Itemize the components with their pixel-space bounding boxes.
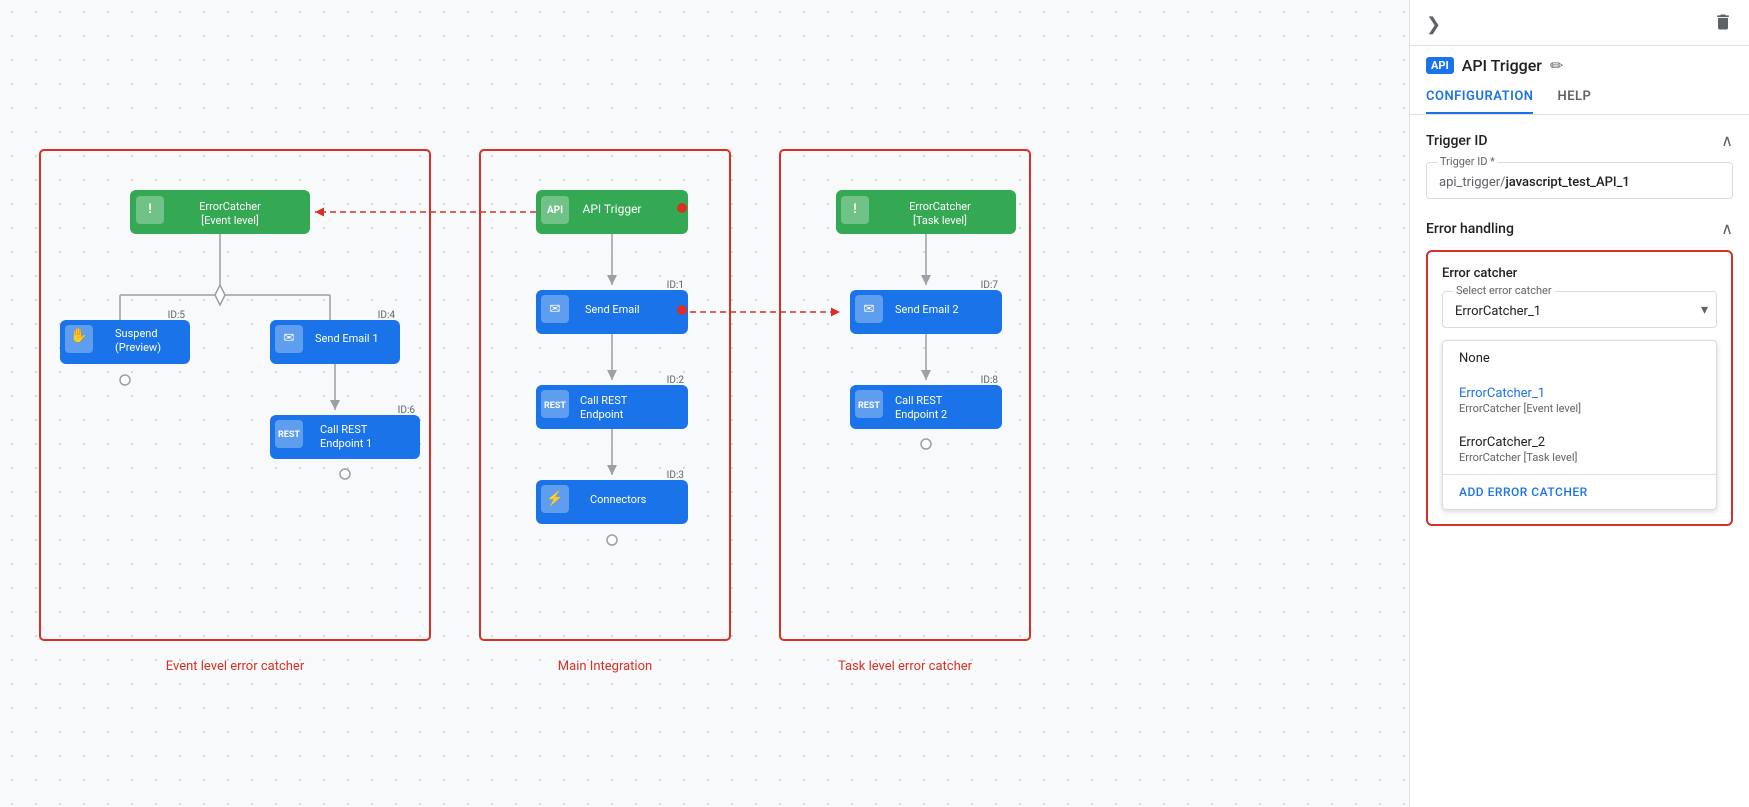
panel-delete-button[interactable] <box>1713 12 1733 37</box>
panel-header: ❯ <box>1410 0 1749 46</box>
errorcatcher1-sub: ErrorCatcher [Event level] <box>1459 402 1700 415</box>
svg-text:ID:3: ID:3 <box>667 470 684 481</box>
tab-help[interactable]: HELP <box>1557 79 1591 114</box>
trigger-id-value: javascript_test_API_1 <box>1505 175 1629 190</box>
svg-text:API: API <box>547 205 563 216</box>
error-catcher-title: Error catcher <box>1442 266 1717 281</box>
errorcatcher2-label: ErrorCatcher_2 <box>1459 435 1545 450</box>
svg-text:Call REST: Call REST <box>895 394 943 407</box>
tab-configuration[interactable]: CONFIGURATION <box>1426 79 1533 114</box>
trigger-id-prefix: api_trigger/ <box>1439 175 1505 190</box>
error-handling-section-header: Error handling ∧ <box>1426 219 1733 238</box>
select-error-catcher-label: Select error catcher <box>1453 284 1555 297</box>
svg-text:Send Email 1: Send Email 1 <box>315 332 379 345</box>
panel-title-text: API Trigger <box>1462 56 1542 75</box>
svg-text:ErrorCatcher: ErrorCatcher <box>199 200 261 213</box>
dropdown-item-none[interactable]: None <box>1443 341 1716 376</box>
api-badge: API <box>1426 57 1454 74</box>
svg-text:Call REST: Call REST <box>580 394 628 407</box>
error-handling-title: Error handling <box>1426 221 1514 237</box>
svg-text:Call REST: Call REST <box>320 423 368 436</box>
svg-text:REST: REST <box>278 430 300 440</box>
errorcatcher2-sub: ErrorCatcher [Task level] <box>1459 451 1700 464</box>
panel-title-row: API API Trigger ✏ <box>1410 46 1749 79</box>
error-catcher-box: Error catcher Select error catcher Error… <box>1426 250 1733 526</box>
trigger-id-chevron[interactable]: ∧ <box>1721 131 1733 150</box>
error-catcher-select[interactable]: Select error catcher ErrorCatcher_1 ▾ <box>1442 291 1717 328</box>
svg-text:!: ! <box>853 202 857 217</box>
svg-text:Endpoint 1: Endpoint 1 <box>320 437 372 450</box>
trigger-id-section-header: Trigger ID ∧ <box>1426 131 1733 150</box>
svg-text:!: ! <box>148 202 152 217</box>
svg-text:ID:5: ID:5 <box>168 310 186 321</box>
svg-text:[Event level]: [Event level] <box>201 214 259 227</box>
dropdown-menu: None ErrorCatcher_1 ErrorCatcher [Event … <box>1442 340 1717 510</box>
svg-text:✋: ✋ <box>70 327 87 344</box>
select-chevron-icon: ▾ <box>1701 302 1708 318</box>
select-error-catcher-value: ErrorCatcher_1 <box>1455 304 1541 319</box>
svg-text:ID:7: ID:7 <box>981 280 999 291</box>
svg-text:Endpoint: Endpoint <box>580 408 624 421</box>
svg-text:REST: REST <box>858 401 880 411</box>
panel-collapse-button[interactable]: ❯ <box>1426 14 1441 35</box>
right-panel: ❯ API API Trigger ✏ CONFIGURATION HELP T… <box>1409 0 1749 807</box>
svg-text:⚡: ⚡ <box>546 490 563 507</box>
panel-tabs: CONFIGURATION HELP <box>1410 79 1749 115</box>
svg-text:✉: ✉ <box>864 302 875 317</box>
svg-text:Task level error catcher: Task level error catcher <box>838 659 973 674</box>
edit-icon[interactable]: ✏ <box>1550 56 1563 75</box>
svg-text:Endpoint 2: Endpoint 2 <box>895 408 947 421</box>
errorcatcher1-label: ErrorCatcher_1 <box>1459 386 1545 401</box>
svg-text:REST: REST <box>544 401 566 411</box>
svg-text:ID:6: ID:6 <box>398 405 416 416</box>
svg-text:Send Email 2: Send Email 2 <box>895 303 959 316</box>
add-error-catcher-button[interactable]: ADD ERROR CATCHER <box>1443 474 1716 509</box>
svg-text:✉: ✉ <box>284 331 295 346</box>
dropdown-item-errorcatcher1[interactable]: ErrorCatcher_1 ErrorCatcher [Event level… <box>1443 376 1716 425</box>
svg-text:ID:4: ID:4 <box>378 310 396 321</box>
svg-text:ID:1: ID:1 <box>667 280 684 291</box>
canvas-connections: Event level error catcher Main Integrati… <box>0 0 1409 807</box>
svg-text:(Preview): (Preview) <box>115 341 161 354</box>
svg-text:Event level error catcher: Event level error catcher <box>166 659 305 674</box>
svg-text:[Task level]: [Task level] <box>913 214 967 227</box>
svg-text:API Trigger: API Trigger <box>582 202 641 216</box>
canvas[interactable]: Event level error catcher Main Integrati… <box>0 0 1409 807</box>
svg-text:Main Integration: Main Integration <box>558 659 652 674</box>
svg-text:Suspend: Suspend <box>115 327 158 340</box>
trigger-id-label: Trigger ID * <box>1437 155 1498 168</box>
dropdown-item-errorcatcher2[interactable]: ErrorCatcher_2 ErrorCatcher [Task level] <box>1443 425 1716 474</box>
svg-text:✉: ✉ <box>550 302 561 317</box>
svg-text:ID:8: ID:8 <box>981 375 999 386</box>
trigger-id-field: Trigger ID * api_trigger/javascript_test… <box>1426 162 1733 199</box>
svg-text:Send Email: Send Email <box>585 303 640 316</box>
panel-body: Trigger ID ∧ Trigger ID * api_trigger/ja… <box>1410 115 1749 807</box>
svg-text:ErrorCatcher: ErrorCatcher <box>909 200 971 213</box>
svg-text:ID:2: ID:2 <box>667 375 685 386</box>
error-handling-chevron[interactable]: ∧ <box>1721 219 1733 238</box>
svg-text:Connectors: Connectors <box>590 493 647 506</box>
trigger-id-title: Trigger ID <box>1426 133 1487 149</box>
